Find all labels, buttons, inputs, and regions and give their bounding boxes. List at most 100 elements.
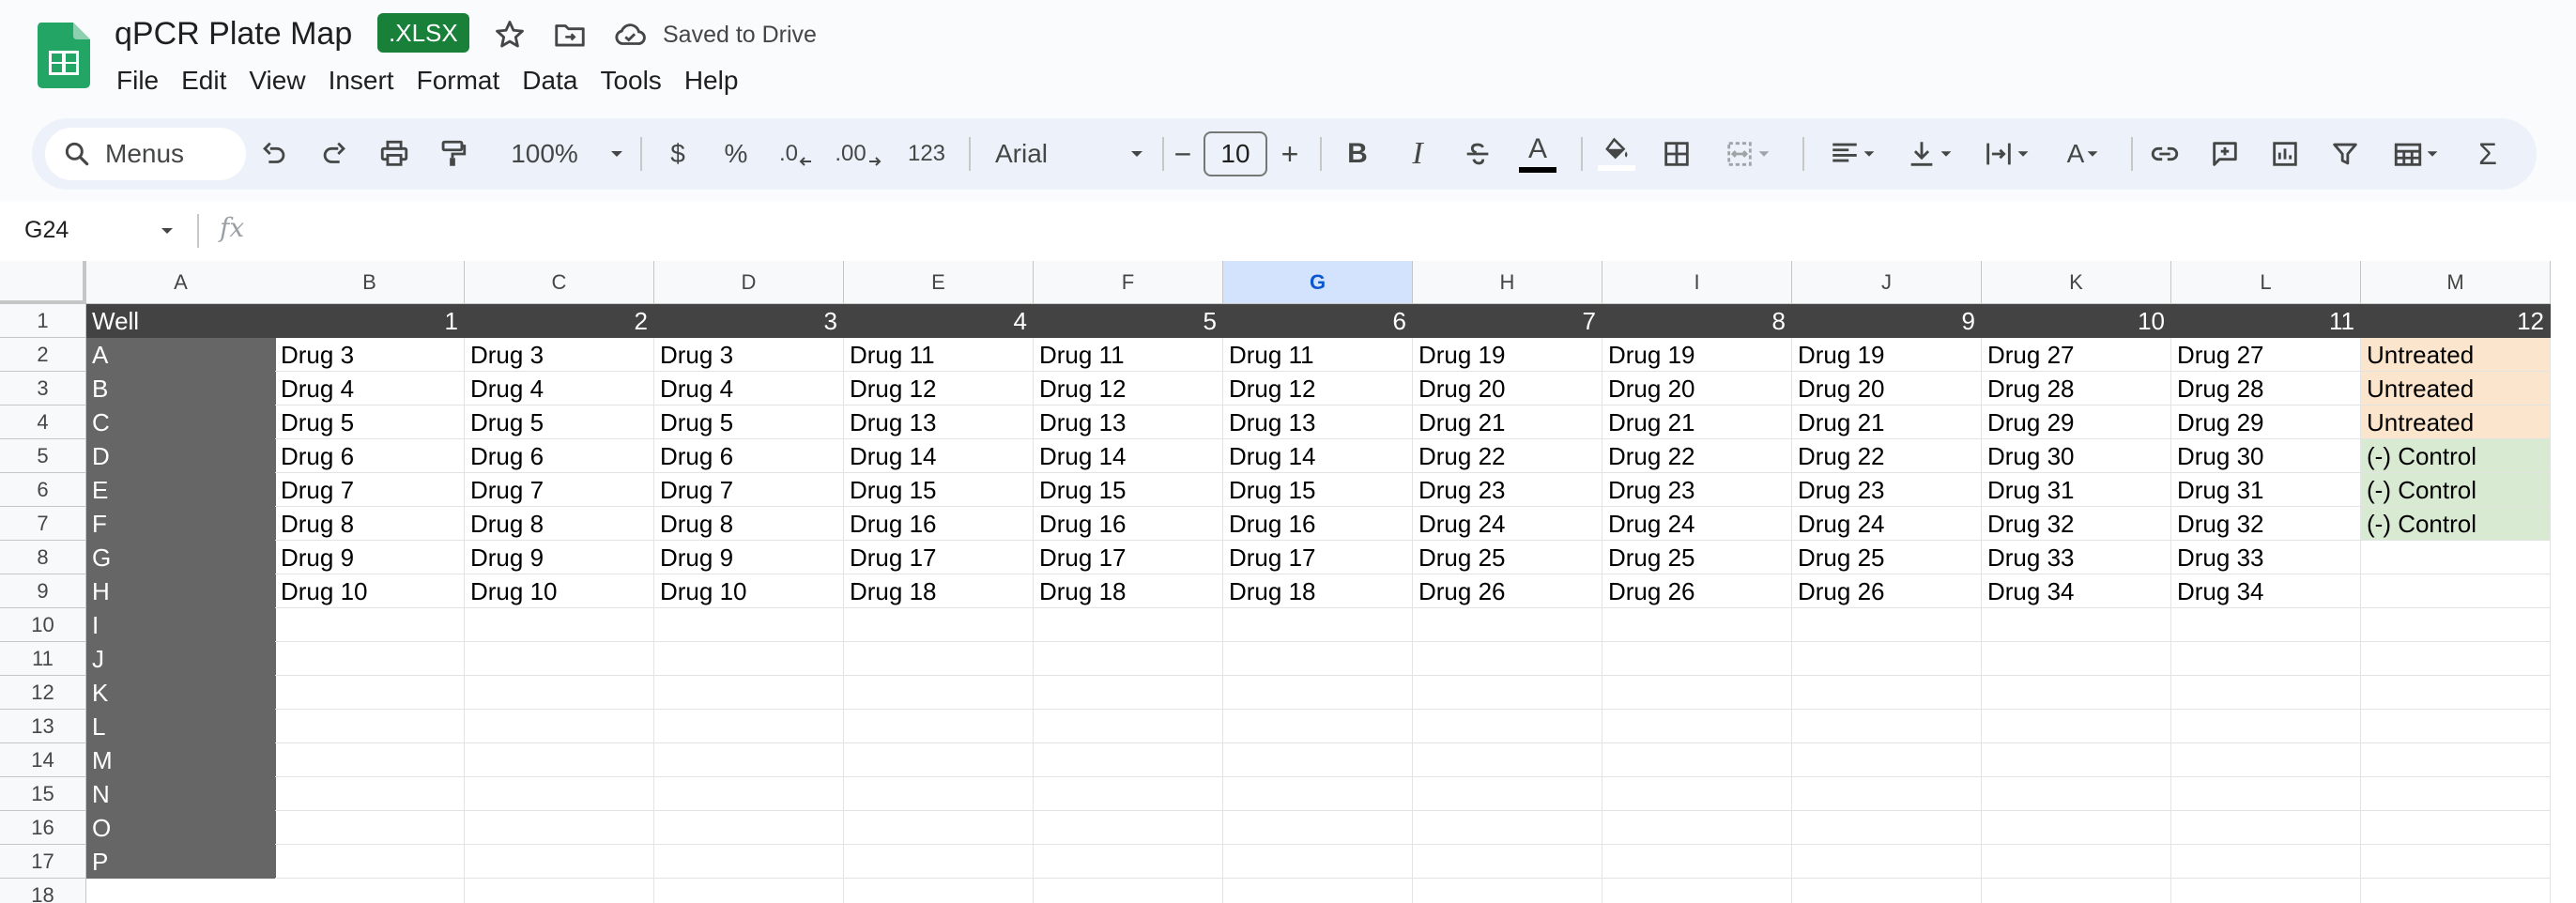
menu-data[interactable]: Data: [511, 60, 589, 101]
data-cell[interactable]: Drug 11: [844, 338, 1034, 372]
data-cell[interactable]: Drug 34: [1982, 574, 2171, 608]
well-row-label-f[interactable]: F: [86, 507, 276, 541]
data-cell[interactable]: Drug 3: [275, 338, 465, 372]
row-header-1[interactable]: 1: [0, 304, 86, 338]
empty-cell[interactable]: [1792, 879, 1982, 903]
data-cell[interactable]: Drug 19: [1602, 338, 1792, 372]
italic-button[interactable]: I: [1391, 118, 1444, 190]
data-cell[interactable]: Drug 27: [1982, 338, 2171, 372]
row-header-13[interactable]: 13: [0, 710, 86, 743]
vertical-align-button[interactable]: [1893, 118, 1968, 190]
data-cell[interactable]: Drug 6: [275, 439, 465, 473]
empty-cell[interactable]: [844, 608, 1034, 642]
data-cell[interactable]: Drug 33: [2171, 541, 2361, 574]
data-cell[interactable]: Drug 9: [654, 541, 844, 574]
row-header-17[interactable]: 17: [0, 845, 86, 879]
row-header-8[interactable]: 8: [0, 541, 86, 574]
data-cell[interactable]: Drug 15: [1034, 473, 1223, 507]
empty-cell[interactable]: [1413, 608, 1602, 642]
data-cell[interactable]: Drug 25: [1413, 541, 1602, 574]
redo-button[interactable]: [308, 118, 360, 190]
empty-cell[interactable]: [1034, 676, 1223, 710]
empty-cell[interactable]: [1223, 710, 1413, 743]
well-row-label-p[interactable]: P: [86, 845, 276, 879]
empty-cell[interactable]: [654, 710, 844, 743]
column-header-m[interactable]: M: [2361, 261, 2551, 304]
menu-edit[interactable]: Edit: [170, 60, 238, 101]
header-cell-col-10[interactable]: 10: [1982, 304, 2171, 338]
merge-cells-button[interactable]: [1710, 118, 1786, 190]
data-cell[interactable]: Drug 13: [1223, 406, 1413, 439]
data-cell[interactable]: Drug 13: [1034, 406, 1223, 439]
empty-cell[interactable]: [1982, 811, 2171, 845]
data-cell[interactable]: Drug 22: [1413, 439, 1602, 473]
row-header-10[interactable]: 10: [0, 608, 86, 642]
data-cell[interactable]: Drug 15: [1223, 473, 1413, 507]
column-header-a[interactable]: A: [86, 261, 276, 304]
well-row-label-n[interactable]: N: [86, 777, 276, 811]
row-header-11[interactable]: 11: [0, 642, 86, 676]
empty-cell[interactable]: [1792, 845, 1982, 879]
star-icon[interactable]: [492, 17, 528, 53]
empty-cell[interactable]: [1034, 811, 1223, 845]
well-row-label-b[interactable]: B: [86, 372, 276, 406]
data-cell[interactable]: Drug 31: [2171, 473, 2361, 507]
data-cell[interactable]: Drug 5: [275, 406, 465, 439]
empty-cell[interactable]: [1982, 777, 2171, 811]
strikethrough-button[interactable]: [1451, 118, 1504, 190]
empty-cell[interactable]: [2171, 676, 2361, 710]
data-cell[interactable]: Drug 14: [1223, 439, 1413, 473]
empty-cell[interactable]: [844, 710, 1034, 743]
empty-cell[interactable]: [275, 676, 465, 710]
row-header-9[interactable]: 9: [0, 574, 86, 608]
data-cell[interactable]: (-) Control: [2361, 439, 2551, 473]
text-rotation-button[interactable]: A: [2047, 118, 2122, 190]
empty-cell[interactable]: [2361, 811, 2551, 845]
header-cell-col-4[interactable]: 4: [844, 304, 1034, 338]
empty-cell[interactable]: [1982, 743, 2171, 777]
data-cell[interactable]: Drug 13: [844, 406, 1034, 439]
data-cell[interactable]: Drug 26: [1413, 574, 1602, 608]
column-header-h[interactable]: H: [1413, 261, 1602, 304]
column-header-e[interactable]: E: [844, 261, 1034, 304]
empty-cell[interactable]: [1034, 777, 1223, 811]
empty-cell[interactable]: [2361, 608, 2551, 642]
well-row-label-j[interactable]: J: [86, 642, 276, 676]
data-cell[interactable]: (-) Control: [2361, 473, 2551, 507]
empty-cell[interactable]: [654, 642, 844, 676]
data-cell[interactable]: Drug 23: [1602, 473, 1792, 507]
data-cell[interactable]: Drug 14: [844, 439, 1034, 473]
empty-cell[interactable]: [654, 777, 844, 811]
print-button[interactable]: [368, 118, 421, 190]
empty-cell[interactable]: [844, 676, 1034, 710]
empty-cell[interactable]: [1982, 710, 2171, 743]
data-cell[interactable]: Untreated: [2361, 406, 2551, 439]
empty-cell[interactable]: [2171, 845, 2361, 879]
empty-cell[interactable]: [844, 879, 1034, 903]
search-menus-button[interactable]: Menus: [45, 128, 246, 180]
data-cell[interactable]: Drug 15: [844, 473, 1034, 507]
empty-cell[interactable]: [1982, 845, 2171, 879]
functions-button[interactable]: Σ: [2461, 118, 2514, 190]
empty-cell[interactable]: [1602, 811, 1792, 845]
empty-cell[interactable]: [2171, 642, 2361, 676]
empty-cell[interactable]: [1413, 811, 1602, 845]
document-title[interactable]: qPCR Plate Map: [115, 13, 352, 54]
filter-button[interactable]: [2319, 118, 2371, 190]
well-row-label-g[interactable]: G: [86, 541, 276, 574]
empty-cell[interactable]: [2171, 743, 2361, 777]
well-row-label-e[interactable]: E: [86, 473, 276, 507]
data-cell[interactable]: Drug 24: [1792, 507, 1982, 541]
empty-cell[interactable]: [2171, 608, 2361, 642]
horizontal-align-button[interactable]: [1816, 118, 1891, 190]
data-cell[interactable]: Drug 7: [465, 473, 654, 507]
row-header-12[interactable]: 12: [0, 676, 86, 710]
data-cell[interactable]: Drug 28: [2171, 372, 2361, 406]
empty-cell[interactable]: [1792, 777, 1982, 811]
empty-cell[interactable]: [1034, 642, 1223, 676]
insert-comment-button[interactable]: [2199, 118, 2251, 190]
data-cell[interactable]: Drug 26: [1792, 574, 1982, 608]
empty-cell[interactable]: [465, 608, 654, 642]
row-header-2[interactable]: 2: [0, 338, 86, 372]
header-cell-well[interactable]: Well: [86, 304, 276, 338]
